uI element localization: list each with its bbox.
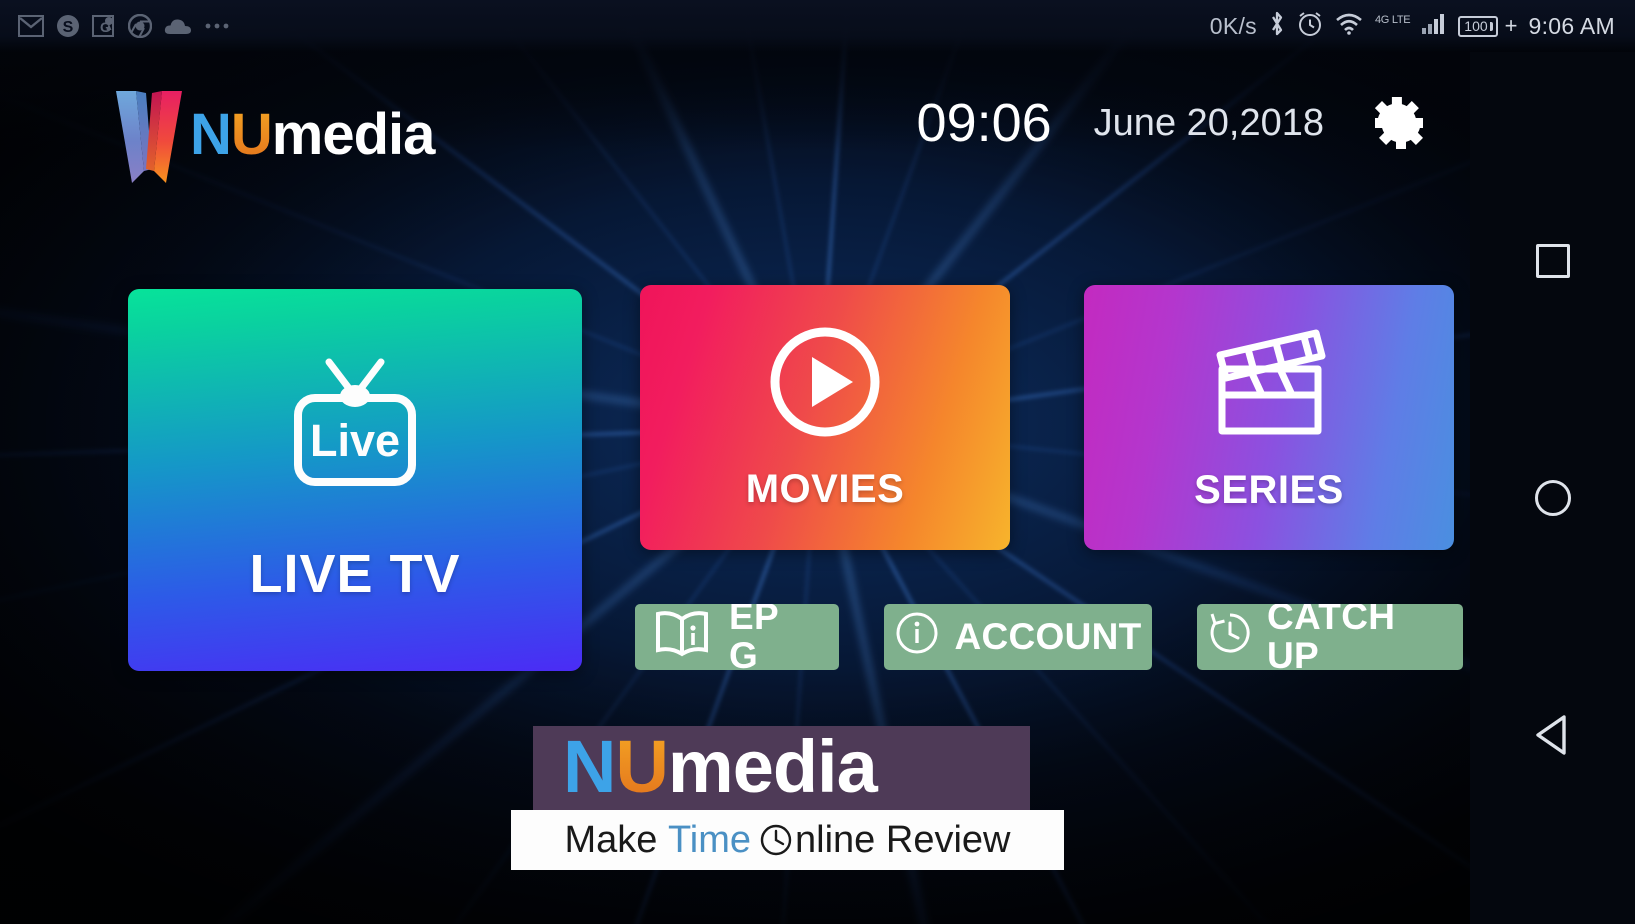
tile-series[interactable]: SERIES [1084, 285, 1454, 550]
gmail-icon [18, 15, 44, 37]
charging-plus-icon: + [1504, 13, 1518, 38]
status-bar-clock: 9:06 AM [1528, 12, 1615, 39]
numedia-mark-icon [112, 85, 186, 185]
tile-series-label: SERIES [1194, 467, 1344, 512]
google-maps-icon: G [92, 14, 116, 38]
tv-live-icon: Live [285, 356, 425, 495]
status-bar: S G 0K/s 4G LTE 100 + 9:06 AM [0, 0, 1635, 52]
tagline-time: Time [667, 818, 752, 861]
bluetooth-icon [1268, 10, 1286, 43]
epg-button[interactable]: EPG [635, 604, 839, 670]
network-speed-label: 0K/s [1209, 12, 1257, 39]
recents-square-icon[interactable] [1521, 229, 1585, 293]
catch-up-button-label: CATCH UP [1267, 604, 1396, 670]
play-circle-icon [767, 324, 883, 445]
watermark-tagline: Make Time nline Review [511, 810, 1064, 870]
watermark-brand-band: NUmedia [533, 726, 1030, 810]
tile-live-tv-label: LIVE TV [249, 543, 461, 604]
watermark-word-media: media [667, 725, 878, 808]
header-clock-row: 09:06 June 20,2018 [917, 90, 1432, 156]
chrome-icon [128, 14, 152, 38]
review-watermark: NUmedia Make Time nline Review [511, 726, 1064, 870]
svg-text:S: S [63, 19, 74, 36]
app-logo-text: NUmedia [190, 106, 435, 164]
tagline-review: Review [885, 818, 1011, 861]
tile-live-tv[interactable]: Live LIVE TV [128, 289, 582, 671]
tagline-online: nline [795, 818, 876, 861]
watermark-letter-u: U [615, 725, 668, 808]
home-circle-icon[interactable] [1521, 466, 1585, 530]
header-clock: 09:06 [916, 93, 1052, 153]
catch-up-button[interactable]: CATCH UP [1197, 604, 1463, 670]
status-bar-system-icons: 0K/s 4G LTE 100 + 9:06 AM [1210, 10, 1635, 43]
alarm-icon [1297, 11, 1323, 42]
signal-icon [1421, 13, 1447, 40]
android-nav-bar [1470, 52, 1635, 924]
account-button[interactable]: ACCOUNT [884, 604, 1152, 670]
watermark-brand-text: NUmedia [563, 730, 878, 804]
logo-letter-u: U [230, 102, 273, 167]
battery-level-label: 100 [1464, 18, 1488, 34]
gear-icon[interactable] [1366, 90, 1432, 156]
account-button-label: ACCOUNT [954, 615, 1142, 657]
cloud-icon [164, 17, 192, 35]
logo-word-media: media [271, 102, 436, 167]
open-book-info-icon [653, 608, 711, 666]
info-circle-icon [894, 610, 940, 664]
svg-text:Live: Live [310, 415, 400, 466]
status-bar-notification-icons: S G [0, 14, 230, 38]
back-triangle-icon[interactable] [1521, 703, 1585, 767]
header-date: June 20,2018 [1093, 102, 1324, 144]
skype-icon: S [56, 14, 80, 38]
battery-cap [1489, 21, 1493, 31]
watermark-letter-n: N [563, 725, 616, 808]
tagline-make: Make [564, 818, 658, 861]
tile-movies[interactable]: MOVIES [640, 285, 1010, 550]
epg-button-label: EPG [729, 604, 779, 670]
app-header: NUmedia 09:06 June 20,2018 [0, 52, 1470, 202]
wifi-icon [1334, 12, 1364, 41]
battery-indicator: 100 [1458, 15, 1498, 37]
history-clock-icon [1207, 610, 1253, 664]
logo-letter-n: N [190, 102, 232, 167]
phone-screen: S G 0K/s 4G LTE 100 + 9:06 AM NUmedia 09… [0, 0, 1635, 924]
clapperboard-icon [1204, 323, 1334, 446]
tile-movies-label: MOVIES [745, 466, 905, 511]
app-logo: NUmedia [112, 85, 435, 185]
clock-icon [759, 823, 793, 857]
more-dots-icon [204, 22, 230, 30]
network-type-label: 4G LTE [1374, 14, 1411, 26]
